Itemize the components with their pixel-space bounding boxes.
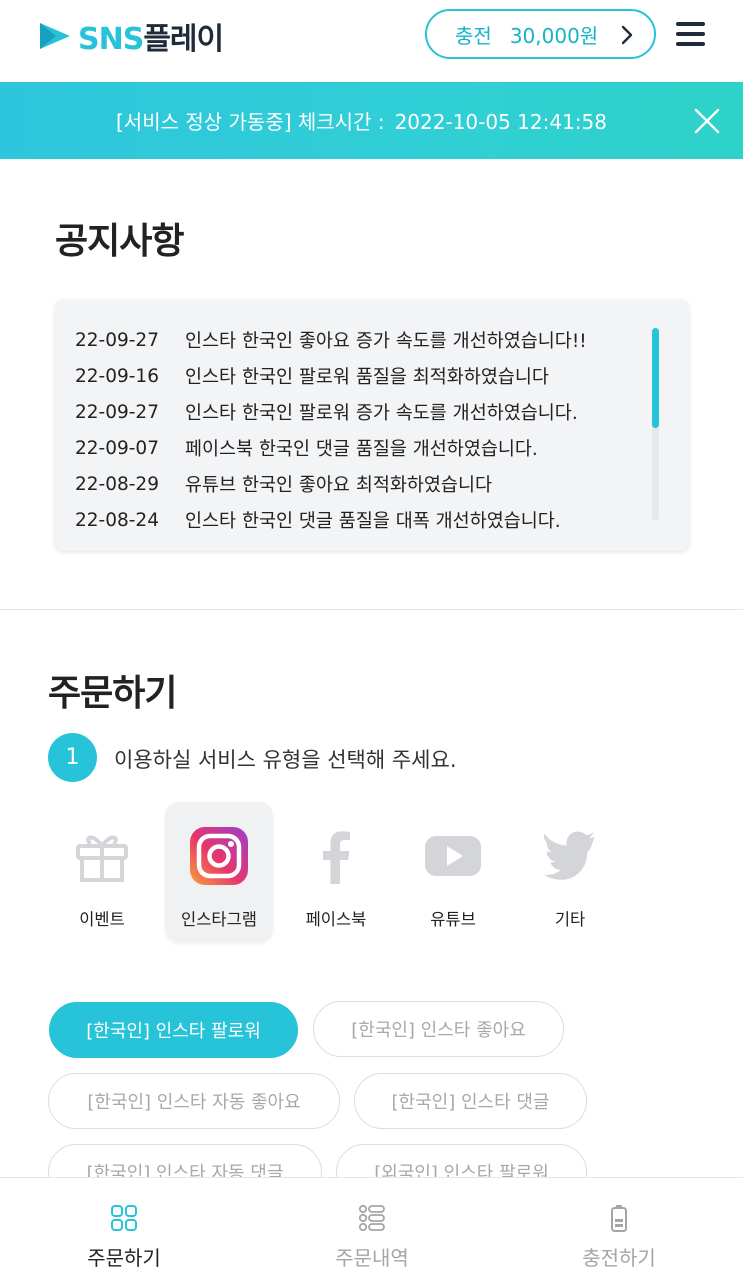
service-other[interactable]: 기타 [516, 802, 624, 942]
chip-kr-insta-auto-like[interactable]: [한국인] 인스타 자동 좋아요 [48, 1073, 340, 1129]
chip-kr-insta-follower[interactable]: [한국인] 인스타 팔로워 [49, 1002, 298, 1058]
notice-scrollbar[interactable] [652, 328, 659, 520]
service-label: 유튜브 [430, 910, 476, 929]
service-label: 페이스북 [305, 910, 367, 929]
gift-icon [76, 835, 128, 882]
nav-label: 주문하기 [87, 1246, 161, 1270]
notice-item[interactable]: 22-09-27 인스타 한국인 팔로워 증가 속도를 개선하였습니다. [75, 394, 655, 430]
notice-date: 22-09-07 [75, 437, 159, 459]
banner-status: [서비스 정상 가동중] 체크시간 : [116, 110, 385, 134]
notice-text: 페이스북 한국인 댓글 품질을 개선하였습니다. [185, 439, 538, 460]
twitter-icon [543, 831, 595, 880]
notice-date: 22-09-16 [75, 365, 159, 387]
service-label: 이벤트 [79, 910, 125, 929]
charge-balance-button[interactable]: 충전 30,000원 [425, 9, 656, 59]
service-event[interactable]: 이벤트 [48, 802, 156, 942]
facebook-icon [323, 831, 350, 884]
service-status-banner: [서비스 정상 가동중] 체크시간 : 2022-10-05 12:41:58 [0, 82, 743, 159]
logo-suffix: 플레이 [143, 22, 224, 57]
service-facebook[interactable]: 페이스북 [282, 802, 390, 942]
order-title: 주문하기 [48, 673, 177, 714]
hamburger-menu-icon[interactable] [676, 22, 705, 46]
notice-item[interactable]: 22-09-07 페이스북 한국인 댓글 품질을 개선하였습니다. [75, 430, 655, 466]
notice-text: 인스타 한국인 팔로워 품질을 최적화하였습니다 [185, 367, 549, 388]
nav-label: 충전하기 [582, 1246, 656, 1270]
bottom-navigation: 주문하기 주문내역 충전하기 [0, 1177, 743, 1283]
notice-item[interactable]: 22-09-16 인스타 한국인 팔로워 품질을 최적화하였습니다 [75, 358, 655, 394]
notice-item[interactable]: 22-08-29 유튜브 한국인 좋아요 최적화하였습니다 [75, 466, 655, 502]
charge-label: 충전 [455, 23, 492, 48]
step-instruction: 이용하실 서비스 유형을 선택해 주세요. [114, 748, 457, 772]
youtube-icon [425, 836, 481, 876]
notice-text: 인스타 한국인 팔로워 증가 속도를 개선하였습니다. [185, 403, 578, 424]
app-header: SNS플레이 충전 30,000원 [0, 0, 743, 82]
section-divider [0, 609, 743, 610]
notice-item[interactable]: 22-09-27 인스타 한국인 좋아요 증가 속도를 개선하였습니다!! [75, 322, 655, 358]
notice-list: 22-09-27 인스타 한국인 좋아요 증가 속도를 개선하였습니다!! 22-… [75, 322, 655, 538]
notice-item[interactable]: 22-08-24 인스타 한국인 댓글 품질을 대폭 개선하였습니다. [75, 502, 655, 538]
service-youtube[interactable]: 유튜브 [399, 802, 507, 942]
notice-date: 22-08-29 [75, 473, 159, 495]
notice-title: 공지사항 [55, 221, 184, 262]
chevron-right-icon [621, 25, 633, 45]
notice-scrollbar-thumb[interactable] [652, 328, 659, 428]
notice-box[interactable]: 22-09-27 인스타 한국인 좋아요 증가 속도를 개선하였습니다!! 22-… [55, 300, 689, 551]
logo[interactable]: SNS플레이 [36, 14, 224, 58]
grid-icon [111, 1205, 137, 1231]
nav-charge[interactable]: 충전하기 [519, 1178, 719, 1283]
charge-amount: 30,000원 [509, 23, 599, 48]
nav-label: 주문내역 [335, 1246, 409, 1270]
step-number-badge: 1 [48, 733, 97, 782]
nav-order[interactable]: 주문하기 [24, 1178, 224, 1283]
notice-text: 인스타 한국인 좋아요 증가 속도를 개선하였습니다!! [185, 331, 587, 352]
notice-date: 22-09-27 [75, 329, 159, 351]
nav-order-history[interactable]: 주문내역 [272, 1178, 472, 1283]
notice-text: 유튜브 한국인 좋아요 최적화하였습니다 [185, 475, 492, 496]
service-instagram[interactable]: 인스타그램 [165, 802, 273, 942]
logo-text: SNS플레이 [78, 14, 224, 58]
close-icon[interactable] [694, 108, 720, 134]
instagram-icon [190, 827, 248, 885]
logo-prefix: SNS [78, 22, 144, 57]
chip-kr-insta-comment[interactable]: [한국인] 인스타 댓글 [354, 1073, 587, 1129]
play-logo-icon [40, 23, 70, 49]
list-icon [358, 1204, 385, 1232]
service-label: 기타 [554, 910, 586, 929]
banner-text: [서비스 정상 가동중] 체크시간 : 2022-10-05 12:41:58 [0, 106, 743, 135]
service-label: 인스타그램 [181, 910, 257, 929]
notice-date: 22-08-24 [75, 509, 159, 531]
battery-icon [611, 1205, 627, 1232]
chip-kr-insta-like[interactable]: [한국인] 인스타 좋아요 [313, 1001, 564, 1057]
notice-date: 22-09-27 [75, 401, 159, 423]
banner-time: 2022-10-05 12:41:58 [394, 110, 607, 134]
notice-text: 인스타 한국인 댓글 품질을 대폭 개선하였습니다. [185, 511, 561, 532]
